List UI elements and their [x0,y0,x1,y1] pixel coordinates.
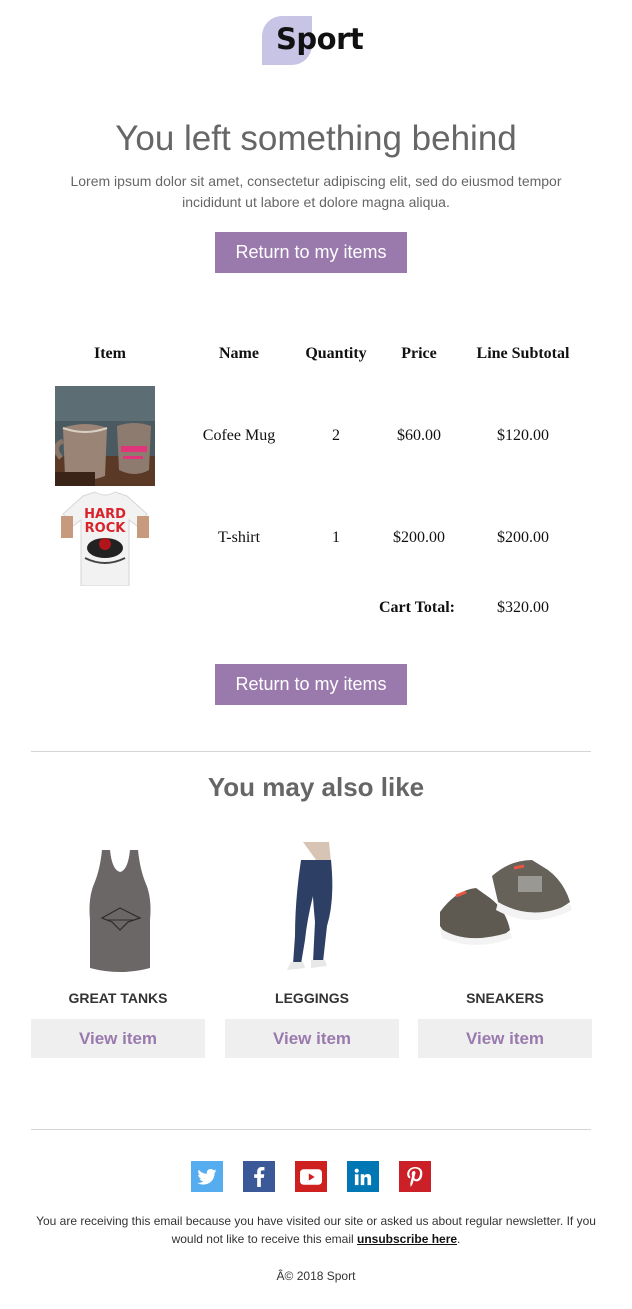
section-divider [31,1129,591,1130]
twitter-icon[interactable] [191,1161,223,1192]
hero-text: Lorem ipsum dolor sit amet, consectetur … [70,173,562,210]
recommendations-title: You may also like [207,772,425,802]
view-item-button[interactable]: View item [418,1019,592,1058]
youtube-icon[interactable] [295,1161,327,1192]
table-header-name: Name [219,345,259,362]
return-to-items-button[interactable]: Return to my items [215,232,407,273]
tank-top-image[interactable] [50,840,190,975]
cart-item-name: Cofee Mug [202,427,276,444]
section-divider [31,751,591,752]
table-header-line-subtotal: Line Subtotal [476,345,570,362]
cart-item-quantity: 1 [332,529,340,546]
t-shirt-image: HARD ROCK [55,486,155,586]
leggings-image[interactable] [243,840,383,975]
logo-text: Sport [276,22,364,56]
footer-period: . [457,1232,461,1246]
footer-notice: You are receiving this email because you… [36,1214,596,1246]
product-name: LEGGINGS [275,990,349,1006]
product-name: SNEAKERS [466,990,544,1006]
pinterest-icon[interactable] [399,1161,431,1192]
linkedin-icon[interactable] [347,1161,379,1192]
table-header-price: Price [401,345,437,362]
cart-item-quantity: 2 [332,427,340,444]
coffee-mug-image [55,386,155,486]
cart-item-price: $200.00 [393,529,445,546]
cart-item-price: $60.00 [397,427,441,444]
svg-text:HARD: HARD [84,507,126,522]
return-to-items-button[interactable]: Return to my items [215,664,407,705]
table-header-quantity: Quantity [305,345,367,362]
cart-item-subtotal: $200.00 [497,529,549,546]
cart-total-label: Cart Total: [379,599,455,616]
view-item-button[interactable]: View item [31,1019,205,1058]
copyright: Â© 2018 Sport [276,1269,356,1283]
hero-title: You left something behind [115,119,517,158]
table-header-item: Item [94,345,126,362]
product-name: GREAT TANKS [68,990,168,1006]
cart-total-value: $320.00 [497,599,549,616]
cart-item-subtotal: $120.00 [497,427,549,444]
sneakers-image[interactable] [436,840,576,975]
view-item-button[interactable]: View item [225,1019,399,1058]
facebook-icon[interactable] [243,1161,275,1192]
footer-text: You are receiving this email because you… [20,1212,612,1248]
unsubscribe-link[interactable]: unsubscribe here [357,1232,457,1246]
cart-item-name: T-shirt [217,529,261,546]
sport-logo[interactable]: Sport [262,16,364,66]
svg-text:ROCK: ROCK [85,521,127,536]
